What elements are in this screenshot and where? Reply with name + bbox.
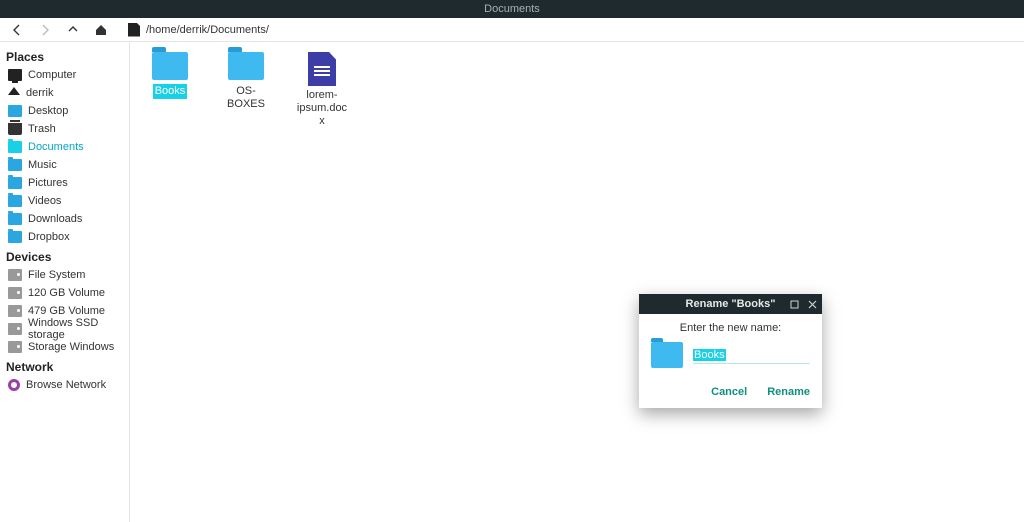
- rename-dialog: Rename "Books" Enter the new name: Books: [639, 294, 822, 408]
- forward-button[interactable]: [36, 21, 54, 39]
- sidebar-item-label: 120 GB Volume: [28, 287, 105, 299]
- file-item-lorem-ipsum-docx[interactable]: lorem-ipsum.docx: [294, 52, 350, 130]
- folder-icon: [8, 141, 22, 153]
- content-area: Books OS-BOXES lorem-ipsum.docx Rename "Bo…: [130, 42, 1024, 522]
- sidebar-item-label: Computer: [28, 69, 76, 81]
- sidebar-item-label: Dropbox: [28, 231, 70, 243]
- up-button[interactable]: [64, 21, 82, 39]
- rename-input[interactable]: Books: [693, 347, 810, 363]
- sidebar-item-120-gb-volume[interactable]: 120 GB Volume: [0, 284, 129, 302]
- back-button[interactable]: [8, 21, 26, 39]
- sidebar-item-dropbox[interactable]: Dropbox: [0, 228, 129, 246]
- folder-icon: [152, 52, 188, 80]
- sidebar-item-label: Music: [28, 159, 57, 171]
- sidebar-item-file-system[interactable]: File System: [0, 266, 129, 284]
- section-header: Places: [0, 46, 129, 66]
- home-button[interactable]: [92, 21, 110, 39]
- trash-icon: [8, 123, 22, 135]
- folder-icon: [8, 213, 22, 225]
- folder-icon: [8, 159, 22, 171]
- page-icon: [128, 23, 140, 37]
- sidebar-item-desktop[interactable]: Desktop: [0, 102, 129, 120]
- folder-icon: [8, 231, 22, 243]
- home-icon: [8, 87, 20, 95]
- drive-icon: [8, 341, 22, 353]
- file-grid: Books OS-BOXES lorem-ipsum.docx: [142, 52, 1012, 130]
- folder-icon: [8, 177, 22, 189]
- section-header: Devices: [0, 246, 129, 266]
- sidebar-item-label: derrik: [26, 87, 54, 99]
- drive-icon: [8, 269, 22, 281]
- sidebar-item-videos[interactable]: Videos: [0, 192, 129, 210]
- sidebar-item-label: Desktop: [28, 105, 68, 117]
- file-label: OS-BOXES: [218, 84, 274, 112]
- sidebar-item-label: Pictures: [28, 177, 68, 189]
- drive-icon: [8, 287, 22, 299]
- sidebar-item-pictures[interactable]: Pictures: [0, 174, 129, 192]
- sidebar-item-storage-windows[interactable]: Storage Windows: [0, 338, 129, 356]
- window-titlebar: Documents: [0, 0, 1024, 18]
- sidebar-item-label: Videos: [28, 195, 61, 207]
- sidebar-item-label: Browse Network: [26, 379, 106, 391]
- desktop-icon: [8, 105, 22, 117]
- section-header: Network: [0, 356, 129, 376]
- dialog-prompt: Enter the new name:: [651, 322, 810, 334]
- drive-icon: [8, 323, 22, 335]
- file-label: lorem-ipsum.docx: [294, 88, 350, 130]
- document-icon: [308, 52, 336, 86]
- dialog-maximize-button[interactable]: [788, 298, 800, 310]
- sidebar-item-label: Storage Windows: [28, 341, 114, 353]
- sidebar-item-trash[interactable]: Trash: [0, 120, 129, 138]
- dialog-cancel-button[interactable]: Cancel: [711, 386, 747, 398]
- sidebar-item-windows-ssd-storage[interactable]: Windows SSD storage: [0, 320, 129, 338]
- drive-icon: [8, 305, 22, 317]
- sidebar-item-label: Documents: [28, 141, 84, 153]
- file-label: Books: [153, 84, 188, 99]
- sidebar-item-label: Downloads: [28, 213, 82, 225]
- sidebar-item-computer[interactable]: Computer: [0, 66, 129, 84]
- folder-icon: [8, 195, 22, 207]
- folder-item-os-boxes[interactable]: OS-BOXES: [218, 52, 274, 112]
- path-text: /home/derrik/Documents/: [146, 24, 269, 36]
- sidebar-item-label: 479 GB Volume: [28, 305, 105, 317]
- monitor-icon: [8, 69, 22, 81]
- network-icon: [8, 379, 20, 391]
- dialog-close-button[interactable]: [806, 298, 818, 310]
- sidebar-item-browse-network[interactable]: Browse Network: [0, 376, 129, 394]
- sidebar-item-label: Windows SSD storage: [28, 317, 123, 341]
- sidebar-item-derrik[interactable]: derrik: [0, 84, 129, 102]
- sidebar-item-downloads[interactable]: Downloads: [0, 210, 129, 228]
- toolbar: /home/derrik/Documents/: [0, 18, 1024, 42]
- folder-item-books[interactable]: Books: [142, 52, 198, 99]
- sidebar-item-label: File System: [28, 269, 85, 281]
- sidebar-item-label: Trash: [28, 123, 56, 135]
- dialog-rename-button[interactable]: Rename: [767, 386, 810, 398]
- dialog-folder-icon: [651, 342, 683, 368]
- sidebar: Places Computer derrik Desktop Trash Document…: [0, 42, 130, 522]
- sidebar-item-documents[interactable]: Documents: [0, 138, 129, 156]
- dialog-titlebar[interactable]: Rename "Books": [639, 294, 822, 314]
- dialog-title-text: Rename "Books": [686, 298, 776, 310]
- folder-icon: [228, 52, 264, 80]
- sidebar-item-music[interactable]: Music: [0, 156, 129, 174]
- window-title: Documents: [484, 3, 540, 15]
- path-bar[interactable]: /home/derrik/Documents/: [128, 23, 269, 37]
